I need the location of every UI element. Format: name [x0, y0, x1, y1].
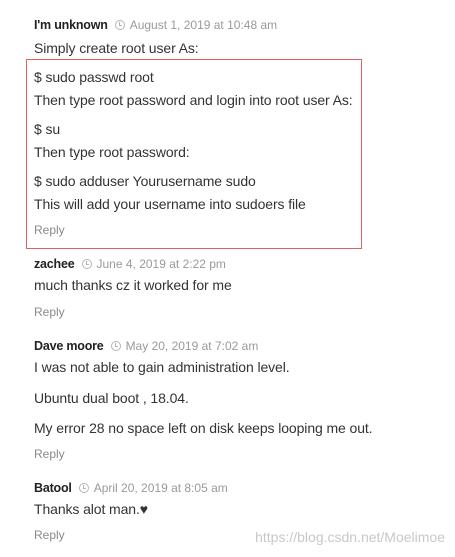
clock-icon [114, 20, 125, 30]
comment-author[interactable]: Dave moore [34, 339, 104, 353]
watermark: https://blog.csdn.net/Moelimoe [255, 529, 445, 545]
comment-meta: Batool April 20, 2019 at 8:05 am [34, 480, 435, 496]
comment-date[interactable]: April 20, 2019 at 8:05 am [94, 481, 228, 495]
comment-item: Dave moore May 20, 2019 at 7:02 am I was… [34, 338, 435, 464]
comment-date[interactable]: June 4, 2019 at 2:22 pm [97, 257, 226, 271]
comment-text: much thanks cz it worked for me [34, 277, 232, 293]
comment-author[interactable]: Batool [34, 481, 72, 495]
comment-item: zachee June 4, 2019 at 2:22 pm much than… [34, 256, 435, 322]
comment-text: Ubuntu dual boot , 18.04. [34, 390, 189, 406]
reply-link[interactable]: Reply [34, 305, 65, 319]
comment-text: Simply create root user As: [34, 40, 199, 56]
clock-icon [81, 259, 92, 269]
comment-author[interactable]: zachee [34, 257, 75, 271]
comment-date[interactable]: August 1, 2019 at 10:48 am [130, 18, 277, 32]
clock-icon [110, 341, 121, 351]
reply-link[interactable]: Reply [34, 447, 65, 461]
comment-date[interactable]: May 20, 2019 at 7:02 am [126, 339, 259, 353]
comment-text: Thanks alot man.♥ [34, 501, 148, 517]
comment-text: I was not able to gain administration le… [34, 359, 290, 375]
highlight-box [26, 59, 362, 249]
comment-meta: zachee June 4, 2019 at 2:22 pm [34, 256, 435, 272]
clock-icon [78, 483, 89, 493]
comment-author[interactable]: I'm unknown [34, 18, 108, 32]
reply-link[interactable]: Reply [34, 528, 65, 542]
comment-meta: I'm unknown August 1, 2019 at 10:48 am [34, 17, 435, 33]
comment-meta: Dave moore May 20, 2019 at 7:02 am [34, 338, 435, 354]
comment-text: My error 28 no space left on disk keeps … [34, 420, 373, 436]
